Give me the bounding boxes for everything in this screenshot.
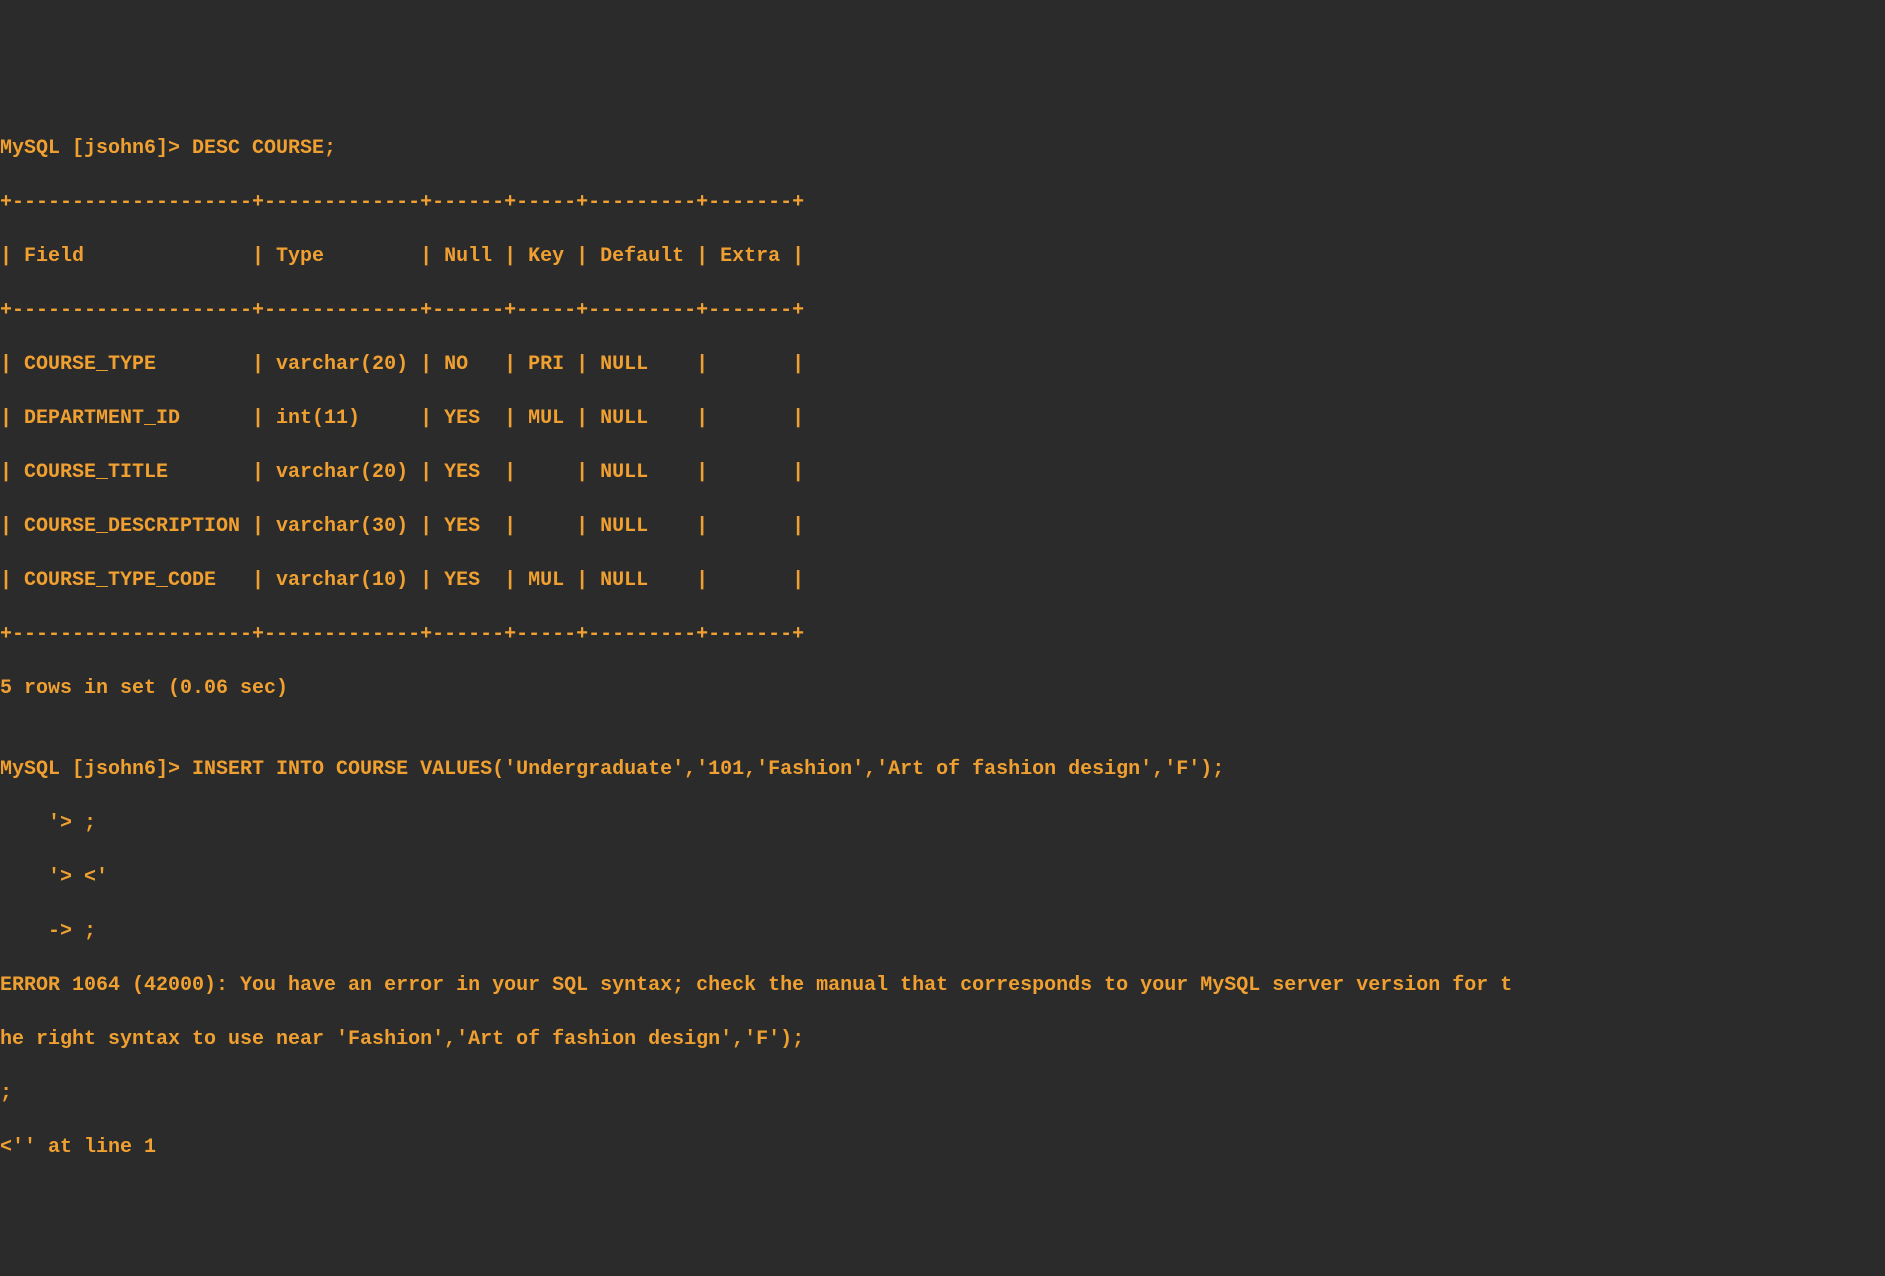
continuation-line: '> ; — [0, 810, 1885, 837]
prompt-insert: MySQL [jsohn6]> INSERT INTO COURSE VALUE… — [0, 756, 1885, 783]
table-row: | COURSE_DESCRIPTION | varchar(30) | YES… — [0, 513, 1885, 540]
error-line: ; — [0, 1080, 1885, 1107]
table-row: | COURSE_TITLE | varchar(20) | YES | | N… — [0, 459, 1885, 486]
prompt-desc-course: MySQL [jsohn6]> DESC COURSE; — [0, 135, 1885, 162]
error-line: ERROR 1064 (42000): You have an error in… — [0, 972, 1885, 999]
table-border-mid: +--------------------+-------------+----… — [0, 297, 1885, 324]
table-border-bot: +--------------------+-------------+----… — [0, 621, 1885, 648]
error-line: he right syntax to use near 'Fashion','A… — [0, 1026, 1885, 1053]
mysql-terminal[interactable]: MySQL [jsohn6]> DESC COURSE; +----------… — [0, 108, 1885, 1188]
error-line: <'' at line 1 — [0, 1134, 1885, 1161]
result-summary: 5 rows in set (0.06 sec) — [0, 675, 1885, 702]
table-row: | DEPARTMENT_ID | int(11) | YES | MUL | … — [0, 405, 1885, 432]
table-row: | COURSE_TYPE | varchar(20) | NO | PRI |… — [0, 351, 1885, 378]
table-row: | COURSE_TYPE_CODE | varchar(10) | YES |… — [0, 567, 1885, 594]
table-header-row: | Field | Type | Null | Key | Default | … — [0, 243, 1885, 270]
continuation-line: '> <' — [0, 864, 1885, 891]
continuation-line: -> ; — [0, 918, 1885, 945]
table-border-top: +--------------------+-------------+----… — [0, 189, 1885, 216]
